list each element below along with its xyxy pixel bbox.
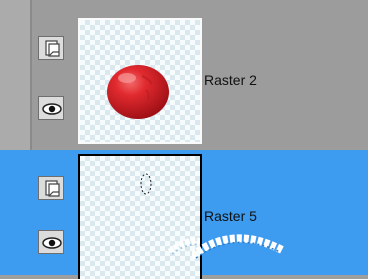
eye-icon [42,103,62,115]
layer-thumbnail[interactable] [78,154,202,279]
layer-properties-button[interactable] [38,176,64,200]
visibility-toggle-button[interactable] [38,96,64,120]
layer-page-icon [45,40,60,57]
layer-name: Raster 2 [204,72,257,88]
selected-strip-highlight [0,150,32,275]
layers-panel: Raster 2 Raster 5 [0,0,368,279]
layer-row-raster-5[interactable]: Raster 5 [0,150,368,279]
layer-thumbnail[interactable] [78,18,202,144]
red-ball-image [107,65,169,119]
layer-row-raster-2[interactable]: Raster 2 [32,0,368,150]
layer-page-icon [45,180,60,197]
white-swirl-image [140,173,200,255]
white-swirl-image-overflow [192,234,284,260]
layer-properties-button[interactable] [38,36,64,60]
eye-icon [42,237,62,249]
visibility-toggle-button[interactable] [38,230,64,254]
